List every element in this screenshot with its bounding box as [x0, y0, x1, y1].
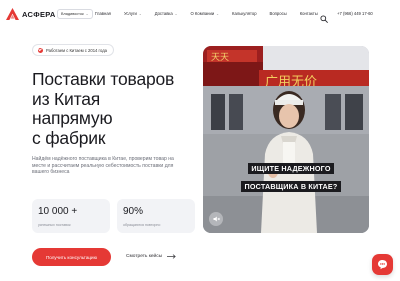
- video-frame-image: 天天 广用无价: [203, 46, 369, 233]
- nav-item-label: Контакты: [299, 11, 318, 16]
- nav-item-home[interactable]: Главная: [95, 11, 111, 16]
- nav-item-contacts[interactable]: Контакты: [300, 11, 318, 16]
- video-caption: ИЩИТЕ НАДЕЖНОГО ПОСТАВЩИКА В КИТАЕ?: [226, 158, 356, 194]
- nav-item-services[interactable]: Услуги ⌄: [124, 11, 142, 16]
- mute-button[interactable]: [209, 212, 223, 226]
- hero-title-line: напрямую: [32, 108, 113, 128]
- nav-item-faq[interactable]: Вопросы: [270, 11, 287, 16]
- speaker-muted-icon: [213, 216, 220, 222]
- hero-title-line: Поставки товаров: [32, 69, 175, 89]
- stat-label: успешных поставок: [38, 223, 71, 227]
- phone-link[interactable]: +7 (966) 449 17-60: [337, 11, 373, 16]
- hero-title: Поставки товаров из Китая напрямую с фаб…: [32, 69, 202, 148]
- chat-icon: [378, 260, 387, 270]
- nav-item-label: Калькулятор: [232, 11, 257, 16]
- stat-value: 90%: [123, 206, 144, 217]
- stat-card-deliveries: 10 000 + успешных поставок: [32, 199, 110, 233]
- badge-text: Работаем с Китаем с 2014 года: [46, 47, 107, 53]
- hero-title-line: с фабрик: [32, 127, 106, 148]
- stat-label: обращаются повторно: [123, 223, 161, 227]
- chat-widget-button[interactable]: [372, 254, 393, 275]
- logo[interactable]: АСФЕРА: [6, 8, 56, 20]
- nav-item-label: О Компании: [190, 11, 215, 16]
- nav-item-label: Услуги: [123, 11, 137, 16]
- main-nav: Главная Услуги ⌄ Доставка ⌄ О Компании ⌄…: [95, 11, 318, 16]
- chevron-down-icon: ⌄: [138, 11, 142, 16]
- stat-value: 10 000 +: [38, 206, 78, 217]
- consultation-button-label: Получить консультацию: [45, 254, 98, 260]
- nav-item-delivery[interactable]: Доставка ⌄: [155, 11, 178, 16]
- site-header: АСФЕРА Владивосток ⌄ Главная Услуги ⌄ До…: [0, 0, 400, 28]
- chevron-down-icon: ⌄: [216, 11, 220, 16]
- logo-text: АСФЕРА: [22, 9, 56, 19]
- promo-video[interactable]: 天天 广用无价 ИЩИТЕ НАДЕЖНОГО ПОСТАВЩИКА В КИТ…: [203, 46, 369, 233]
- experience-badge: Работаем с Китаем с 2014 года: [32, 44, 114, 56]
- view-cases-label: Смотреть кейсы: [126, 254, 163, 259]
- video-caption-line: ИЩИТЕ НАДЕЖНОГО: [248, 163, 334, 174]
- nav-item-label: Доставка: [154, 11, 173, 16]
- city-label: Владивосток: [61, 12, 84, 16]
- nav-item-about[interactable]: О Компании ⌄: [191, 11, 220, 16]
- chevron-down-icon: ⌄: [174, 11, 178, 16]
- nav-item-label: Вопросы: [269, 11, 287, 16]
- svg-text:天天: 天天: [211, 53, 229, 63]
- check-icon: [38, 47, 43, 53]
- view-cases-link[interactable]: Смотреть кейсы: [126, 254, 176, 259]
- stat-card-repeat: 90% обращаются повторно: [117, 199, 195, 233]
- video-caption-line: ПОСТАВЩИКА В КИТАЕ?: [241, 181, 341, 192]
- consultation-button[interactable]: Получить консультацию: [32, 248, 111, 266]
- nav-item-calculator[interactable]: Калькулятор: [232, 11, 257, 16]
- nav-item-label: Главная: [95, 11, 111, 16]
- city-selector[interactable]: Владивосток ⌄: [57, 9, 93, 19]
- logo-mark-icon: [6, 8, 19, 20]
- hero-title-line: из Китая: [32, 88, 101, 109]
- hero-subtitle: Найдём надёжного поставщика в Китае, про…: [32, 156, 174, 176]
- search-icon[interactable]: [320, 10, 328, 23]
- arrow-right-icon: [167, 254, 176, 259]
- chevron-down-icon: ⌄: [85, 12, 89, 16]
